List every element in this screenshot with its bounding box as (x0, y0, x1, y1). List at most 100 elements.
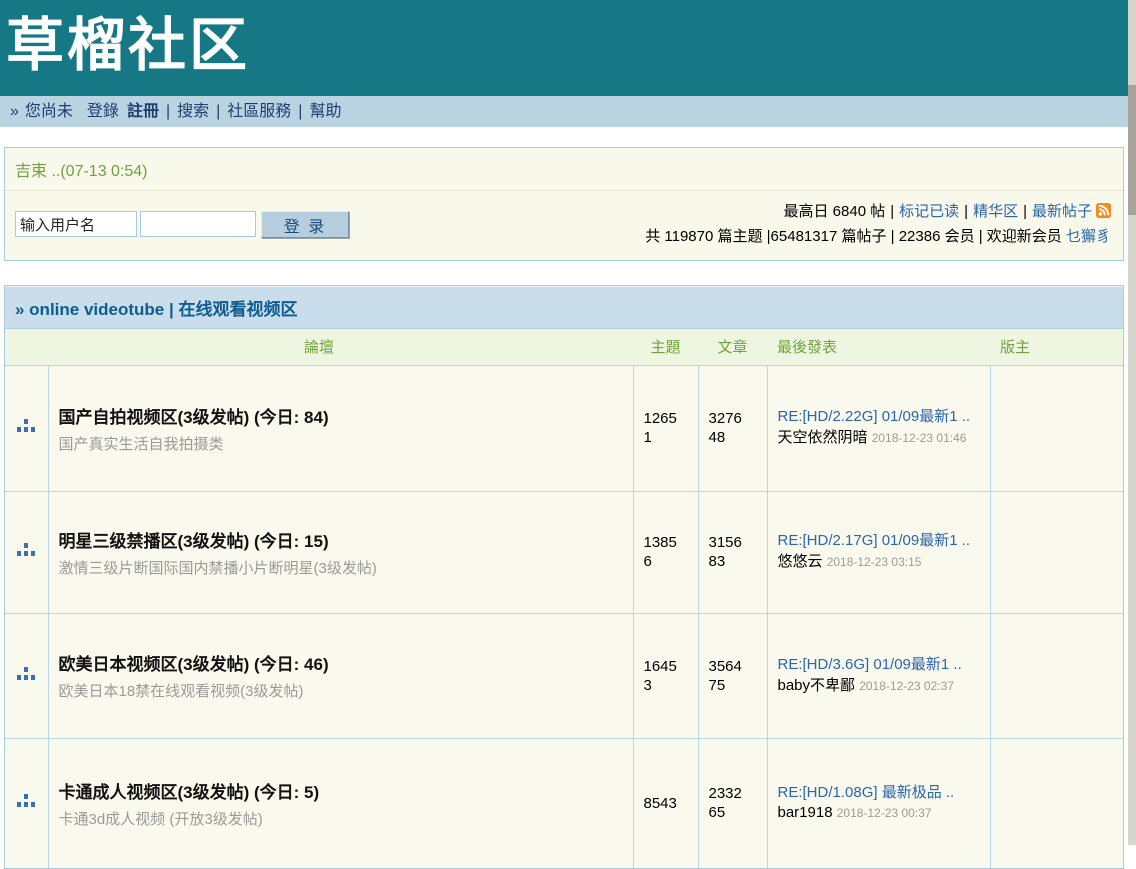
stats-highest-day: 最高日 6840 帖 (784, 203, 886, 220)
forum-section-title[interactable]: » online videotube | 在线观看视频区 (5, 286, 1123, 329)
stats-line2: 共 119870 篇主题 |65481317 篇帖子 | 22386 会员 | … (645, 225, 1111, 248)
stats-totals: 共 119870 篇主题 |65481317 篇帖子 | 22386 会员 | … (645, 228, 1062, 245)
topics-count: 16453 (644, 657, 682, 695)
forum-title-link[interactable]: 卡通成人视频区(3级发帖) (今日: 5) (59, 778, 623, 803)
nav-separator: | (166, 103, 170, 120)
nav-search-link[interactable]: 搜索 (177, 103, 209, 120)
forum-status-icon-cell (5, 738, 48, 868)
forum-row: 国产自拍视频区(3级发帖) (今日: 84) 国产真实生活自我拍摄类 12651… (5, 365, 1123, 491)
spacer (0, 261, 1128, 285)
forum-status-icon-cell (5, 365, 48, 491)
digest-link[interactable]: 精华区 (973, 203, 1018, 220)
forum-info-cell: 欧美日本视频区(3级发帖) (今日: 46) 欧美日本18禁在线观看视频(3级发… (48, 613, 633, 738)
password-input[interactable] (140, 211, 256, 237)
last-post-link[interactable]: RE:[HD/3.6G] 01/09最新1 .. (778, 655, 980, 676)
posts-count: 233265 (709, 784, 747, 822)
newest-posts-link[interactable]: 最新帖子 (1032, 203, 1092, 220)
moderator-cell (990, 738, 1123, 868)
last-post-cell: RE:[HD/3.6G] 01/09最新1 .. baby不卑鄙 2018-12… (767, 613, 990, 738)
last-post-time: 2018-12-23 02:37 (859, 679, 954, 693)
topics-count-cell: 8543 (633, 738, 698, 868)
column-header-moderator: 版主 (990, 329, 1123, 365)
topics-count: 8543 (644, 794, 682, 813)
topics-count-cell: 12651 (633, 365, 698, 491)
forum-description: 激情三级片断国际国内禁播小片断明星(3级发帖) (59, 557, 623, 578)
posts-count-cell: 356475 (698, 613, 767, 738)
last-post-user: 悠悠云 (778, 553, 823, 570)
nav-separator: | (298, 103, 302, 120)
last-post-time: 2018-12-23 03:15 (827, 555, 922, 569)
stats-separator: | (1023, 203, 1027, 220)
last-post-link[interactable]: RE:[HD/1.08G] 最新极品 .. (778, 783, 980, 804)
last-post-user: 天空依然阴暗 (778, 429, 868, 446)
topics-count: 13856 (644, 533, 682, 571)
forum-description: 国产真实生活自我拍摄类 (59, 433, 623, 454)
forum-title-link[interactable]: 欧美日本视频区(3级发帖) (今日: 46) (59, 650, 623, 675)
moderator-cell (990, 613, 1123, 738)
forum-status-icon-cell (5, 491, 48, 613)
spacer (0, 127, 1128, 147)
forum-panel: » online videotube | 在线观看视频区 論壇 主題 文章 最後… (4, 285, 1124, 869)
forum-title-link[interactable]: 明星三级禁播区(3级发帖) (今日: 15) (59, 527, 623, 552)
posts-count: 327648 (709, 409, 747, 447)
broken-image-icon (24, 794, 28, 799)
last-post-cell: RE:[HD/1.08G] 最新极品 .. bar1918 2018-12-23… (767, 738, 990, 868)
scrollbar-track[interactable] (1128, 0, 1136, 845)
last-post-meta: 天空依然阴暗 2018-12-23 01:46 (778, 428, 980, 449)
forum-row: 明星三级禁播区(3级发帖) (今日: 15) 激情三级片断国际国内禁播小片断明星… (5, 491, 1123, 613)
last-post-meta: baby不卑鄙 2018-12-23 02:37 (778, 676, 980, 697)
nav-status-text: 您尚未 (25, 103, 73, 120)
forum-table-header: 論壇 主題 文章 最後發表 版主 (5, 329, 1123, 365)
forum-table: 論壇 主題 文章 最後發表 版主 国产自拍视频区(3级发帖) (今日: 84) … (5, 329, 1123, 868)
forum-title-link[interactable]: 国产自拍视频区(3级发帖) (今日: 84) (59, 403, 623, 428)
posts-count: 315683 (709, 533, 747, 571)
nav-marker: » (10, 103, 19, 120)
stats-separator: | (964, 203, 968, 220)
nav-login-link[interactable]: 登錄 (87, 103, 119, 120)
posts-count-cell: 315683 (698, 491, 767, 613)
nav-separator: | (216, 103, 220, 120)
last-post-cell: RE:[HD/2.22G] 01/09最新1 .. 天空依然阴暗 2018-12… (767, 365, 990, 491)
new-member-link[interactable]: 乜獬豸 (1066, 228, 1111, 245)
mark-read-link[interactable]: 标记已读 (899, 203, 959, 220)
site-header: 草榴社区 (0, 0, 1128, 96)
nav-register-link[interactable]: 註冊 (127, 103, 159, 120)
broken-image-icon (24, 667, 28, 672)
column-header-posts: 文章 (698, 329, 767, 365)
last-post-meta: 悠悠云 2018-12-23 03:15 (778, 552, 980, 573)
login-button[interactable]: 登 录 (261, 211, 349, 238)
greeting-text: 吉束 ..(07-13 0:54) (5, 148, 1123, 191)
column-header-forum: 論壇 (5, 329, 633, 365)
topics-count: 12651 (644, 409, 682, 447)
login-form: 登 录 (15, 211, 349, 238)
forum-description: 卡通3d成人视频 (开放3级发帖) (59, 808, 623, 829)
stats-line1: 最高日 6840 帖|标记已读|精华区|最新帖子 (645, 200, 1111, 225)
nav-services-link[interactable]: 社區服務 (227, 103, 291, 120)
login-row: 登 录 最高日 6840 帖|标记已读|精华区|最新帖子 共 119870 篇主… (5, 191, 1123, 260)
column-header-topics: 主題 (633, 329, 698, 365)
site-logo: 草榴社区 (0, 0, 1128, 92)
scrollbar-thumb[interactable] (1128, 85, 1136, 215)
forum-status-icon-cell (5, 613, 48, 738)
forum-row: 欧美日本视频区(3级发帖) (今日: 46) 欧美日本18禁在线观看视频(3级发… (5, 613, 1123, 738)
topics-count-cell: 16453 (633, 613, 698, 738)
topics-count-cell: 13856 (633, 491, 698, 613)
broken-image-icon (24, 419, 28, 424)
posts-count: 356475 (709, 657, 747, 695)
forum-info-cell: 国产自拍视频区(3级发帖) (今日: 84) 国产真实生活自我拍摄类 (48, 365, 633, 491)
last-post-meta: bar1918 2018-12-23 00:37 (778, 803, 980, 824)
last-post-user: bar1918 (778, 804, 833, 821)
last-post-time: 2018-12-23 00:37 (837, 806, 932, 820)
nav-help-link[interactable]: 幫助 (309, 103, 341, 120)
column-header-last-post: 最後發表 (767, 329, 990, 365)
last-post-link[interactable]: RE:[HD/2.22G] 01/09最新1 .. (778, 407, 980, 428)
rss-icon[interactable] (1096, 202, 1111, 225)
posts-count-cell: 327648 (698, 365, 767, 491)
forum-row: 卡通成人视频区(3级发帖) (今日: 5) 卡通3d成人视频 (开放3级发帖) … (5, 738, 1123, 868)
forum-description: 欧美日本18禁在线观看视频(3级发帖) (59, 680, 623, 701)
forum-info-cell: 卡通成人视频区(3级发帖) (今日: 5) 卡通3d成人视频 (开放3级发帖) (48, 738, 633, 868)
forum-stats: 最高日 6840 帖|标记已读|精华区|最新帖子 共 119870 篇主题 |6… (645, 200, 1113, 248)
last-post-user: baby不卑鄙 (778, 677, 856, 694)
username-input[interactable] (15, 211, 137, 237)
last-post-link[interactable]: RE:[HD/2.17G] 01/09最新1 .. (778, 531, 980, 552)
